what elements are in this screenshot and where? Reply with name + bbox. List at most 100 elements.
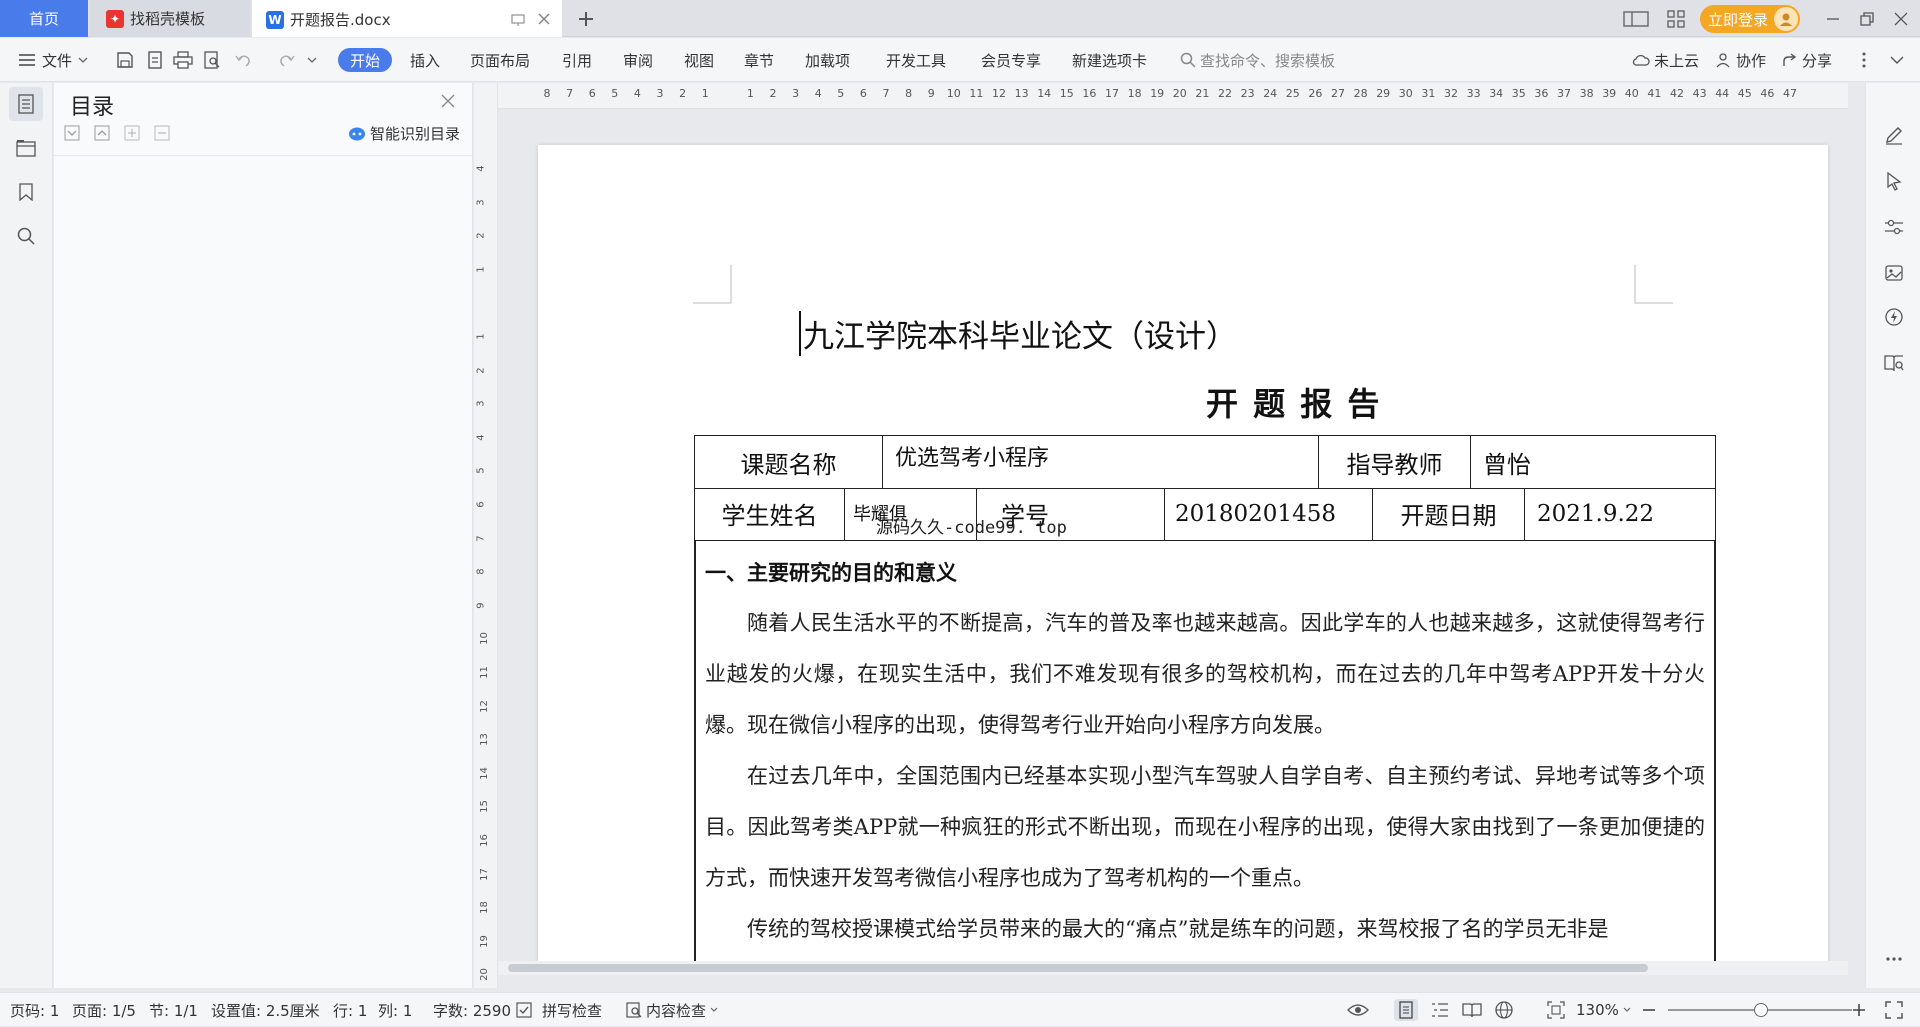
ruler-tick-label: 35	[1511, 87, 1526, 100]
cloud-status-button[interactable]: 未上云	[1632, 38, 1699, 82]
horizontal-ruler[interactable]: 8 7 6 5 4 3 2 1 1 2 3 4 5 6 7 8 9 10 11 12 13 14 15 16 17 18 19 20 2…	[498, 83, 1848, 109]
more-options-icon[interactable]	[1856, 49, 1872, 71]
minimize-window-icon[interactable]	[1822, 8, 1844, 30]
zoom-in-icon[interactable]	[1848, 999, 1870, 1021]
paragraph-1[interactable]: 随着人民生活水平的不断提高，汽车的普及率也越来越高。因此学车的人也越来越多，这就…	[705, 598, 1705, 751]
collaborate-button[interactable]: 协作	[1716, 38, 1766, 82]
tab-addins[interactable]: 加载项	[805, 48, 850, 72]
document-canvas[interactable]: 九江学院本科毕业论文（设计） 开 题 报 告 课题名称 优选驾考小程序 指导教师…	[498, 109, 1848, 975]
tab-daoke-templates[interactable]: ✦ 找稻壳模板	[90, 0, 250, 37]
tab-review[interactable]: 审阅	[623, 48, 653, 72]
tab-home-label: 首页	[28, 10, 59, 28]
spell-check-button[interactable]: 拼写检查	[516, 993, 602, 1027]
adjust-sliders-icon[interactable]	[1882, 215, 1906, 239]
menu-label: 页面布局	[470, 51, 531, 70]
more-tools-icon[interactable]	[1882, 949, 1906, 969]
advisor-label: 指导教师	[1318, 435, 1471, 489]
status-page-code[interactable]: 页码: 1	[10, 993, 59, 1027]
tab-new-tab[interactable]: 新建选项卡	[1072, 48, 1147, 72]
tab-developer[interactable]: 开发工具	[886, 48, 946, 72]
restore-window-icon[interactable]	[1856, 8, 1878, 30]
toc-panel-icon[interactable]	[9, 87, 43, 121]
status-row[interactable]: 行: 1	[333, 993, 367, 1027]
navigation-panel-icon[interactable]	[9, 131, 43, 165]
zoom-slider-thumb[interactable]	[1754, 1003, 1768, 1017]
apps-grid-icon[interactable]	[1664, 7, 1688, 31]
collapse-ribbon-icon[interactable]	[1886, 49, 1908, 71]
collapse-all-icon[interactable]	[94, 125, 110, 145]
tab-member[interactable]: 会员专享	[981, 48, 1041, 72]
redo-icon[interactable]	[276, 49, 298, 71]
paragraph-2[interactable]: 在过去几年中，全国范围内已经基本实现小型汽车驾驶人自学自考、自主预约考试、异地考…	[705, 751, 1705, 904]
bookmark-icon[interactable]	[9, 175, 43, 209]
tab-start[interactable]: 开始	[338, 48, 393, 72]
document-title[interactable]: 九江学院本科毕业论文（设计）	[538, 311, 1828, 356]
save-icon[interactable]	[114, 49, 136, 71]
topic-value[interactable]: 优选驾考小程序	[882, 435, 1319, 489]
pin-tab-icon[interactable]	[510, 12, 526, 32]
horizontal-scroll-thumb[interactable]	[508, 964, 1648, 972]
layout-toggle-icon[interactable]	[1622, 7, 1650, 31]
zoom-slider[interactable]	[1668, 1003, 1852, 1017]
tab-view[interactable]: 视图	[684, 48, 714, 72]
horizontal-scrollbar[interactable]	[498, 961, 1848, 975]
file-menu-label: 文件	[42, 51, 73, 70]
command-search[interactable]: 查找命令、搜索模板	[1180, 38, 1335, 82]
ruler-tick-label: 44	[1715, 87, 1730, 100]
ruler-tick-label: 5	[475, 467, 487, 475]
content-check-button[interactable]: 内容检查	[626, 993, 718, 1027]
outline-view-icon[interactable]	[1428, 999, 1452, 1021]
date-value[interactable]: 2021.9.22	[1524, 488, 1716, 541]
fit-page-icon[interactable]	[1544, 999, 1568, 1021]
remove-heading-icon[interactable]	[154, 125, 170, 145]
read-mode-icon[interactable]	[1882, 351, 1906, 375]
id-value[interactable]: 20180201458	[1164, 488, 1373, 541]
zoom-out-icon[interactable]	[1638, 999, 1660, 1021]
login-button[interactable]: 立即登录	[1700, 5, 1800, 33]
fullscreen-icon[interactable]	[1882, 999, 1906, 1021]
page-view-icon[interactable]	[1394, 999, 1418, 1021]
find-icon[interactable]	[9, 219, 43, 253]
image-tools-icon[interactable]	[1882, 261, 1906, 285]
web-view-icon[interactable]	[1492, 999, 1516, 1021]
select-cursor-icon[interactable]	[1882, 169, 1906, 193]
eye-protection-icon[interactable]	[1346, 999, 1370, 1021]
tab-references[interactable]: 引用	[562, 48, 592, 72]
reading-view-icon[interactable]	[1460, 999, 1484, 1021]
status-section[interactable]: 节: 1/1	[149, 993, 198, 1027]
expand-all-icon[interactable]	[64, 125, 80, 145]
undo-icon[interactable]	[232, 49, 254, 71]
print-icon[interactable]	[172, 49, 194, 71]
vertical-ruler[interactable]: 4 3 2 1 1 2 3 4 5 6 7 8 9 10 11 12 13 14 15 16 17 18 19 20	[474, 83, 498, 988]
status-col[interactable]: 列: 1	[378, 993, 412, 1027]
close-toc-icon[interactable]	[440, 93, 456, 113]
tab-document[interactable]: W 开题报告.docx	[252, 0, 562, 37]
frame-right	[1714, 540, 1716, 975]
close-window-icon[interactable]	[1890, 8, 1912, 30]
quick-access-chevron-icon[interactable]	[304, 49, 320, 71]
zoom-level-dropdown[interactable]: 130%	[1576, 993, 1631, 1027]
status-setting[interactable]: 设置值: 2.5厘米	[211, 993, 320, 1027]
paragraph-3[interactable]: 传统的驾校授课模式给学员带来的最大的“痛点”就是练车的问题，来驾校报了名的学员无…	[705, 904, 1705, 955]
divider	[54, 155, 472, 156]
tab-insert[interactable]: 插入	[410, 48, 440, 72]
share-button[interactable]: 分享	[1782, 38, 1832, 82]
smart-toc-button[interactable]: 智能识别目录	[348, 123, 460, 144]
tab-page-layout[interactable]: 页面布局	[470, 48, 530, 72]
ruler-tick-label: 37	[1557, 87, 1571, 100]
close-tab-icon[interactable]	[536, 11, 552, 31]
status-pages[interactable]: 页面: 1/5	[72, 993, 136, 1027]
tab-chapter[interactable]: 章节	[744, 48, 774, 72]
export-pdf-icon[interactable]	[144, 49, 166, 71]
document-page[interactable]: 九江学院本科毕业论文（设计） 开 题 报 告 课题名称 优选驾考小程序 指导教师…	[538, 145, 1828, 975]
tab-home[interactable]: 首页	[0, 0, 88, 37]
chevron-down-icon	[1623, 1007, 1631, 1012]
file-menu-button[interactable]: 文件	[18, 38, 88, 82]
energy-icon[interactable]	[1882, 305, 1906, 329]
advisor-value[interactable]: 曾怡	[1470, 435, 1716, 489]
add-heading-icon[interactable]	[124, 125, 140, 145]
status-word-count[interactable]: 字数: 2590	[433, 993, 511, 1027]
new-tab-button[interactable]	[574, 7, 598, 31]
print-preview-icon[interactable]	[201, 49, 223, 71]
pen-icon[interactable]	[1882, 123, 1906, 147]
